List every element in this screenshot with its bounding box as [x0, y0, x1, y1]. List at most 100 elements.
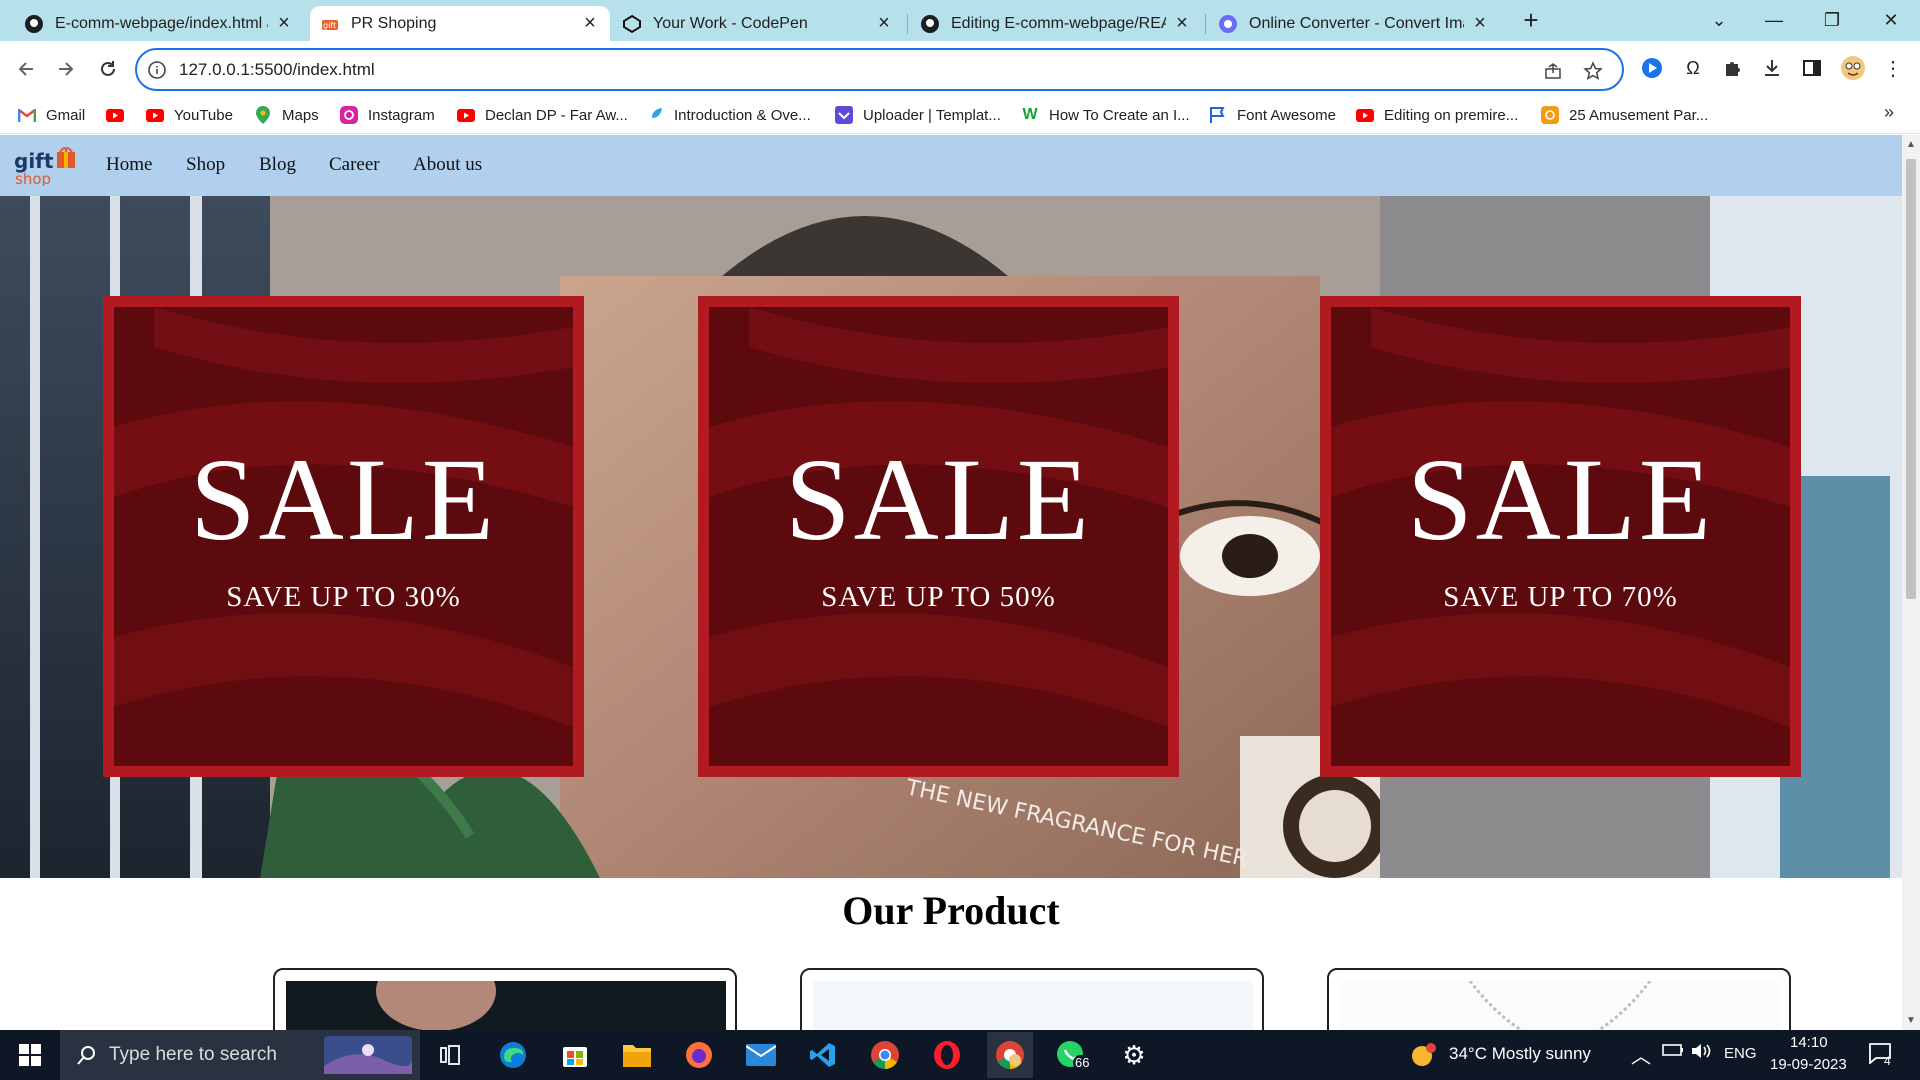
reload-icon[interactable]: [92, 53, 124, 85]
clock-time[interactable]: 14:10: [1790, 1034, 1828, 1051]
store-icon[interactable]: [555, 1035, 595, 1075]
task-view-icon[interactable]: [430, 1035, 470, 1075]
url-text[interactable]: 127.0.0.1:5500/index.html: [179, 60, 375, 80]
github-icon: [920, 14, 940, 34]
page-scrollbar[interactable]: ▲ ▼: [1902, 135, 1920, 1030]
vscode-icon[interactable]: [803, 1035, 843, 1075]
section-title-our-product: Our Product: [842, 888, 1060, 933]
close-icon[interactable]: ×: [1172, 12, 1192, 34]
tab-title: Online Converter - Convert Imag: [1249, 14, 1464, 32]
sale-card-inner: SALE SAVE UP TO 30%: [114, 307, 573, 766]
scroll-down-icon[interactable]: ▼: [1906, 1015, 1916, 1026]
download-icon[interactable]: [1757, 53, 1787, 83]
tab-codepen[interactable]: Your Work - CodePen ×: [612, 6, 904, 41]
bookmark-star-icon[interactable]: [1581, 59, 1605, 83]
file-explorer-icon[interactable]: [617, 1035, 657, 1075]
bookmark-font-awesome[interactable]: Font Awesome: [1209, 103, 1336, 127]
sale-card-50[interactable]: SALE SAVE UP TO 50%: [698, 296, 1179, 777]
extension-omega-icon[interactable]: Ω: [1678, 53, 1708, 83]
close-window-icon[interactable]: ✕: [1862, 0, 1920, 41]
nav-link-about-us[interactable]: About us: [413, 154, 482, 176]
back-icon[interactable]: [10, 53, 42, 85]
github-icon: [24, 14, 44, 34]
share-icon[interactable]: [1541, 59, 1565, 83]
bookmark-amusement[interactable]: 25 Amusement Par...: [1541, 103, 1708, 127]
weather-text[interactable]: 34°C Mostly sunny: [1449, 1044, 1591, 1064]
firefox-icon[interactable]: [679, 1035, 719, 1075]
close-icon[interactable]: ×: [1470, 12, 1490, 34]
gift-shop-icon: gift: [320, 14, 340, 34]
product-card[interactable]: [273, 968, 737, 1030]
edge-icon[interactable]: [493, 1035, 533, 1075]
nav-link-career[interactable]: Career: [329, 154, 380, 176]
bookmark-youtube[interactable]: YouTube: [146, 103, 233, 127]
converter-icon: [1218, 14, 1238, 34]
extension-play-icon[interactable]: [1637, 53, 1667, 83]
bookmark-uploader[interactable]: Uploader | Templat...: [835, 103, 1001, 127]
bookmark-declan[interactable]: Declan DP - Far Aw...: [457, 103, 628, 127]
sale-card-30[interactable]: SALE SAVE UP TO 30%: [103, 296, 584, 777]
tab-github-editing[interactable]: Editing E-comm-webpage/READ ×: [910, 6, 1202, 41]
close-icon[interactable]: ×: [874, 12, 894, 34]
bookmark-gmail[interactable]: Gmail: [18, 103, 85, 127]
weather-icon[interactable]: [1404, 1035, 1444, 1075]
new-tab-button[interactable]: +: [1517, 7, 1545, 35]
whatsapp-icon[interactable]: 66: [1051, 1035, 1092, 1075]
bookmark-how-to-create[interactable]: W How To Create an I...: [1021, 103, 1190, 127]
opera-icon[interactable]: [927, 1035, 967, 1075]
scroll-up-icon[interactable]: ▲: [1906, 139, 1916, 150]
avatar[interactable]: [1838, 53, 1868, 83]
tab-online-converter[interactable]: Online Converter - Convert Imag ×: [1208, 6, 1500, 41]
settings-gear-icon[interactable]: ⚙: [1114, 1035, 1154, 1075]
tab-title: Your Work - CodePen: [653, 14, 808, 32]
gmail-icon: [18, 106, 36, 124]
bookmark-introduction[interactable]: Introduction & Ove...: [646, 103, 811, 127]
restore-icon[interactable]: ❐: [1803, 0, 1861, 41]
gift-shop-logo[interactable]: gift shop: [13, 144, 77, 188]
chrome-icon[interactable]: [865, 1035, 905, 1075]
close-icon[interactable]: ×: [274, 12, 294, 34]
taskbar: Type here to search 66 ⚙ 34°C Mostly sun…: [0, 1030, 1920, 1080]
bookmark-editing-premiere[interactable]: Editing on premire...: [1356, 103, 1518, 127]
instagram-icon: [340, 106, 358, 124]
language-indicator[interactable]: ENG: [1724, 1045, 1757, 1062]
windows-start-icon[interactable]: [10, 1035, 50, 1075]
chrome-profile-icon[interactable]: [987, 1032, 1033, 1078]
bookmark-instagram[interactable]: Instagram: [340, 103, 435, 127]
omnibox[interactable]: 127.0.0.1:5500/index.html: [135, 48, 1624, 91]
bookmark-maps[interactable]: Maps: [254, 103, 319, 127]
tab-search-icon[interactable]: ⌄: [1690, 0, 1748, 41]
taskbar-search-box[interactable]: Type here to search: [60, 1030, 420, 1080]
bookmark-label: Uploader | Templat...: [863, 106, 1001, 124]
side-panel-icon[interactable]: [1797, 53, 1827, 83]
product-card[interactable]: [1327, 968, 1791, 1030]
bookmark-youtube-1[interactable]: [106, 103, 134, 127]
sale-card-70[interactable]: SALE SAVE UP TO 70%: [1320, 296, 1801, 777]
svg-text:gift: gift: [323, 21, 336, 30]
nav-link-shop[interactable]: Shop: [186, 154, 225, 176]
site-info-icon[interactable]: [147, 60, 167, 80]
nav-link-home[interactable]: Home: [106, 154, 152, 176]
bookmarks-bar: Gmail YouTube Maps Instagram Declan DP -…: [0, 96, 1920, 134]
close-icon[interactable]: ×: [580, 12, 600, 34]
show-hidden-icons[interactable]: ︿: [1631, 1040, 1651, 1069]
speaker-icon[interactable]: [1690, 1042, 1712, 1065]
menu-icon[interactable]: ⋮: [1878, 53, 1908, 83]
product-card[interactable]: [800, 968, 1264, 1030]
battery-icon[interactable]: [1662, 1042, 1684, 1063]
more-bookmarks-icon[interactable]: »: [1884, 102, 1894, 123]
forward-icon[interactable]: [50, 53, 82, 85]
scrollbar-thumb[interactable]: [1906, 159, 1916, 599]
clock-date[interactable]: 19-09-2023: [1770, 1056, 1847, 1073]
tab-github-index[interactable]: E-comm-webpage/index.html at ×: [14, 6, 304, 41]
mail-icon[interactable]: [741, 1035, 781, 1075]
sale-card-inner: SALE SAVE UP TO 70%: [1331, 307, 1790, 766]
site-navbar: gift shop Home Shop Blog Career About us: [0, 135, 1902, 196]
nav-link-blog[interactable]: Blog: [259, 154, 296, 176]
bookmark-label: How To Create an I...: [1049, 106, 1190, 124]
extensions-puzzle-icon[interactable]: [1717, 53, 1747, 83]
minimize-icon[interactable]: —: [1745, 0, 1803, 41]
tab-pr-shoping[interactable]: gift PR Shoping ×: [310, 6, 610, 41]
product-image: [1340, 981, 1780, 1030]
youtube-icon: [1356, 106, 1374, 124]
